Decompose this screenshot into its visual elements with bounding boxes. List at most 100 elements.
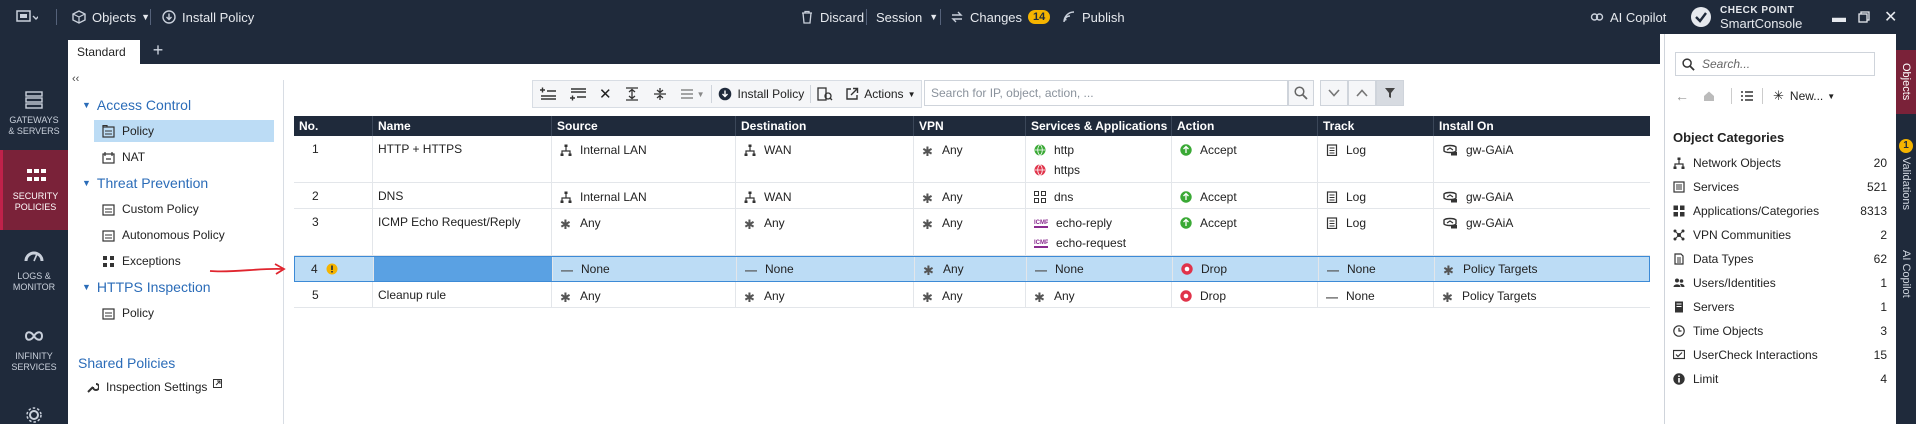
column-header-services[interactable]: Services & Applications [1026, 116, 1172, 136]
ai-copilot-button[interactable]: AI Copilot [1590, 0, 1666, 34]
category-users-identities[interactable]: Users/Identities 1 [1673, 272, 1887, 294]
column-header-source[interactable]: Source [552, 116, 736, 136]
nav-security-policies[interactable]: SECURITY POLICIES [0, 150, 68, 230]
collapse-sections-button[interactable] [646, 81, 674, 107]
rule-destination[interactable]: WAN [744, 189, 913, 205]
category-servers[interactable]: Servers 1 [1673, 296, 1887, 318]
publish-button[interactable]: Publish [1062, 0, 1125, 34]
rule-install-on[interactable]: gw-GAiA [1442, 215, 1650, 231]
category-data-types[interactable]: Data Types 62 [1673, 248, 1887, 270]
rule-service[interactable]: ICMP echo-reply [1034, 213, 1171, 233]
rule-action[interactable]: Accept [1180, 215, 1317, 231]
delete-rule-button[interactable]: ✕ [593, 81, 618, 107]
actions-menu[interactable]: Actions ▼ [839, 81, 921, 107]
add-rule-above-button[interactable] [533, 81, 563, 107]
rule-install-on[interactable]: ✱ Policy Targets [1443, 261, 1649, 278]
rule-vpn[interactable]: ✱ Any [923, 261, 1026, 278]
column-header-vpn[interactable]: VPN [914, 116, 1026, 136]
rule-track[interactable]: Log [1326, 215, 1433, 231]
table-row[interactable]: 5 Cleanup rule ✱ Any ✱ Any ✱ Any ✱ Any D… [294, 282, 1650, 308]
rule-vpn[interactable]: ✱ Any [922, 142, 1025, 159]
table-row-selected[interactable]: 4 — None — None ✱ Any — None Drop — None… [294, 256, 1650, 282]
rule-service[interactable]: ICMP echo-request [1034, 233, 1171, 253]
category-time-objects[interactable]: Time Objects 3 [1673, 320, 1887, 342]
list-view-icon[interactable] [1740, 90, 1754, 102]
tree-shared-policies[interactable]: Shared Policies [78, 352, 175, 374]
category-vpn-communities[interactable]: VPN Communities 2 [1673, 224, 1887, 246]
nav-infinity-services[interactable]: INFINITY SERVICES [0, 310, 68, 390]
verify-policy-button[interactable] [811, 81, 839, 107]
rule-action[interactable]: Accept [1180, 142, 1317, 158]
filter-button[interactable] [1376, 80, 1404, 106]
rule-service[interactable]: https [1034, 160, 1171, 180]
rule-install-on[interactable]: gw-GAiA [1442, 142, 1650, 158]
session-menu[interactable]: Session ▼ [876, 0, 938, 34]
table-row[interactable]: 2 DNS Internal LAN WAN ✱ Any dns Accept … [294, 183, 1650, 209]
column-header-destination[interactable]: Destination [736, 116, 914, 136]
column-header-name[interactable]: Name [373, 116, 552, 136]
rule-install-on[interactable]: gw-GAiA [1442, 189, 1650, 205]
rule-destination[interactable]: ✱ Any [744, 215, 913, 232]
tree-nat[interactable]: NAT [94, 146, 145, 168]
nav-gateways-servers[interactable]: GATEWAYS & SERVERS [0, 74, 68, 154]
back-button[interactable]: ← [1675, 88, 1689, 104]
column-header-install-on[interactable]: Install On [1434, 116, 1650, 136]
layout-menu-button[interactable]: ▼ [674, 81, 711, 107]
rule-name[interactable]: DNS [378, 189, 551, 203]
nav-logs-monitor[interactable]: LOGS & MONITOR [0, 230, 68, 310]
rule-name[interactable]: HTTP + HTTPS [378, 142, 551, 156]
next-match-button[interactable] [1320, 80, 1348, 106]
collapse-panel-button[interactable]: ‹‹ [72, 68, 79, 90]
add-tab-button[interactable]: + [148, 40, 168, 60]
add-rule-below-button[interactable] [563, 81, 593, 107]
rule-source[interactable]: ✱ Any [560, 215, 735, 232]
rule-track[interactable]: Log [1326, 142, 1433, 158]
rule-destination[interactable]: — None [745, 261, 914, 277]
rule-track[interactable]: — None [1326, 288, 1433, 304]
category-network-objects[interactable]: Network Objects 20 [1673, 152, 1887, 174]
maximize-button[interactable] [1858, 0, 1870, 34]
home-icon[interactable] [1703, 90, 1715, 102]
close-button[interactable]: ✕ [1884, 0, 1897, 34]
rule-service[interactable]: — None [1035, 261, 1172, 277]
toolbar-install-policy-button[interactable]: Install Policy [712, 81, 811, 107]
vtab-ai-copilot[interactable]: AI Copilot [1896, 234, 1916, 314]
nav-settings[interactable] [0, 394, 68, 434]
tree-https-inspection[interactable]: ▼ HTTPS Inspection [82, 276, 211, 298]
rule-service[interactable]: http [1034, 140, 1171, 160]
rule-action[interactable]: Drop [1180, 288, 1317, 304]
changes-button[interactable]: Changes 14 [950, 0, 1051, 34]
rule-track[interactable]: Log [1326, 189, 1433, 205]
category-applications[interactable]: Applications/Categories 8313 [1673, 200, 1887, 222]
tab-standard[interactable]: Standard [68, 40, 140, 64]
category-limit[interactable]: Limit 4 [1673, 368, 1887, 390]
rule-action[interactable]: Accept [1180, 189, 1317, 205]
table-row[interactable]: 1 HTTP + HTTPS Internal LAN WAN ✱ Any ht… [294, 136, 1650, 183]
rule-source[interactable]: — None [561, 261, 736, 277]
rule-service[interactable]: dns [1034, 189, 1171, 205]
objects-menu[interactable]: Objects ▼ [72, 0, 150, 34]
object-search-input[interactable]: Search... [1675, 52, 1875, 76]
column-header-action[interactable]: Action [1172, 116, 1318, 136]
tree-https-policy[interactable]: Policy [94, 302, 154, 324]
minimize-button[interactable]: ▬ [1832, 0, 1846, 34]
tree-inspection-settings[interactable]: Inspection Settings [82, 376, 223, 398]
tree-custom-policy[interactable]: Custom Policy [94, 198, 199, 220]
tree-autonomous-policy[interactable]: Autonomous Policy [94, 224, 225, 246]
rule-name[interactable]: ICMP Echo Request/Reply [378, 215, 551, 229]
table-row[interactable]: 3 ICMP Echo Request/Reply ✱ Any ✱ Any ✱ … [294, 209, 1650, 256]
rule-track[interactable]: — None [1327, 261, 1434, 277]
column-header-track[interactable]: Track [1318, 116, 1434, 136]
app-menu-button[interactable] [16, 0, 38, 34]
rule-source[interactable]: ✱ Any [560, 288, 735, 305]
rule-vpn[interactable]: ✱ Any [922, 215, 1025, 232]
previous-match-button[interactable] [1348, 80, 1376, 106]
rule-destination[interactable]: WAN [744, 142, 913, 158]
tree-access-control[interactable]: ▼ Access Control [82, 94, 191, 116]
rule-name[interactable]: Cleanup rule [378, 288, 551, 302]
rule-source[interactable]: Internal LAN [560, 142, 735, 158]
rulebase-search-button[interactable] [1288, 80, 1314, 106]
rule-service[interactable]: ✱ Any [1034, 288, 1171, 305]
rulebase-search-input[interactable]: Search for IP, object, action, ... [924, 80, 1288, 106]
rule-action[interactable]: Drop [1181, 261, 1318, 277]
